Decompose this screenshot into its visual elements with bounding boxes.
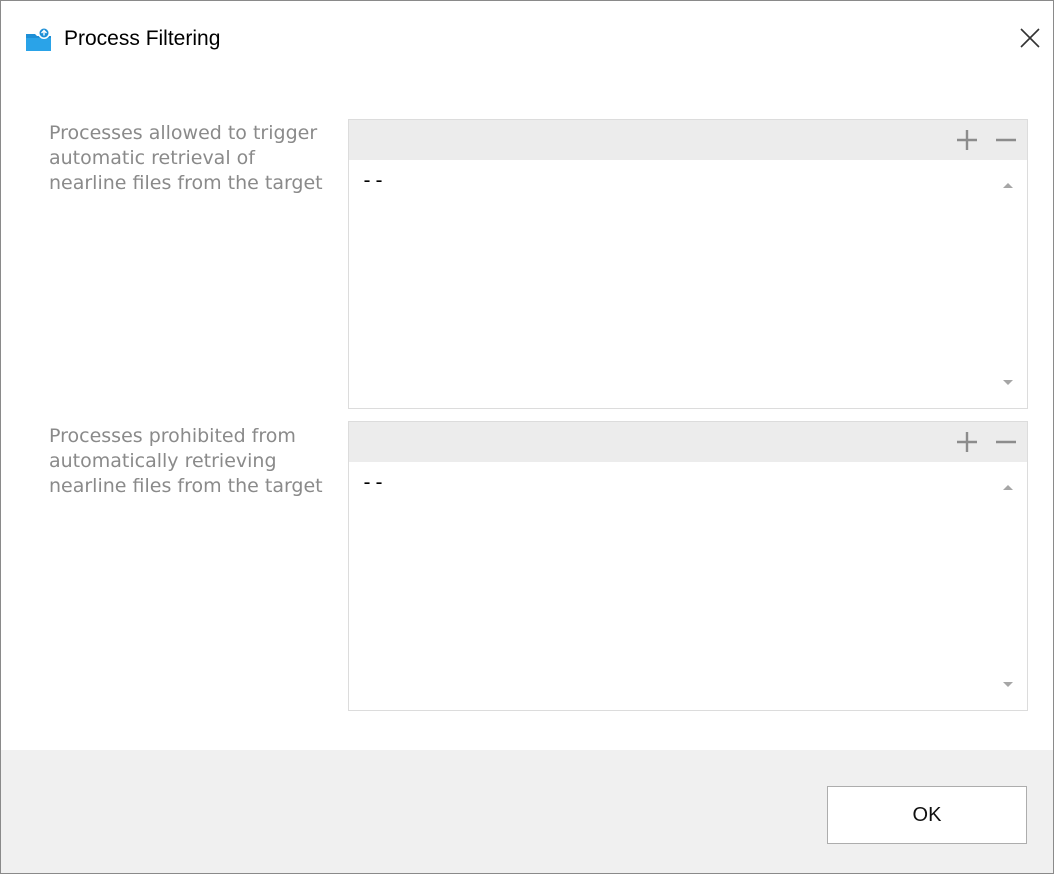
prohibited-processes-list[interactable]: --	[348, 421, 1028, 711]
plus-icon[interactable]	[954, 127, 980, 153]
window-title: Process Filtering	[64, 27, 221, 50]
plus-icon[interactable]	[954, 429, 980, 455]
title-bar: Process Filtering	[1, 1, 1053, 79]
allowed-processes-list[interactable]: --	[348, 119, 1028, 409]
prohibited-list-toolbar	[349, 422, 1027, 462]
scroll-up-icon[interactable]	[1001, 180, 1015, 190]
allowed-processes-label: Processes allowed to trigger automatic r…	[49, 122, 323, 194]
cloud-folder-icon	[26, 27, 51, 51]
scroll-up-icon[interactable]	[1001, 482, 1015, 492]
list-item[interactable]: --	[361, 470, 385, 494]
minus-icon[interactable]	[993, 429, 1019, 455]
ok-button[interactable]: OK	[827, 786, 1027, 844]
allowed-list-toolbar	[349, 120, 1027, 160]
list-item[interactable]: --	[361, 168, 385, 192]
allowed-list-body[interactable]: --	[349, 160, 1027, 408]
close-icon[interactable]	[1017, 25, 1043, 51]
dialog-footer: OK	[1, 750, 1053, 873]
scroll-down-icon[interactable]	[1001, 378, 1015, 388]
minus-icon[interactable]	[993, 127, 1019, 153]
prohibited-list-body[interactable]: --	[349, 462, 1027, 710]
prohibited-processes-label: Processes prohibited from automatically …	[49, 425, 323, 497]
process-filtering-dialog: Process Filtering Processes allowed to t…	[0, 0, 1054, 874]
scroll-down-icon[interactable]	[1001, 680, 1015, 690]
